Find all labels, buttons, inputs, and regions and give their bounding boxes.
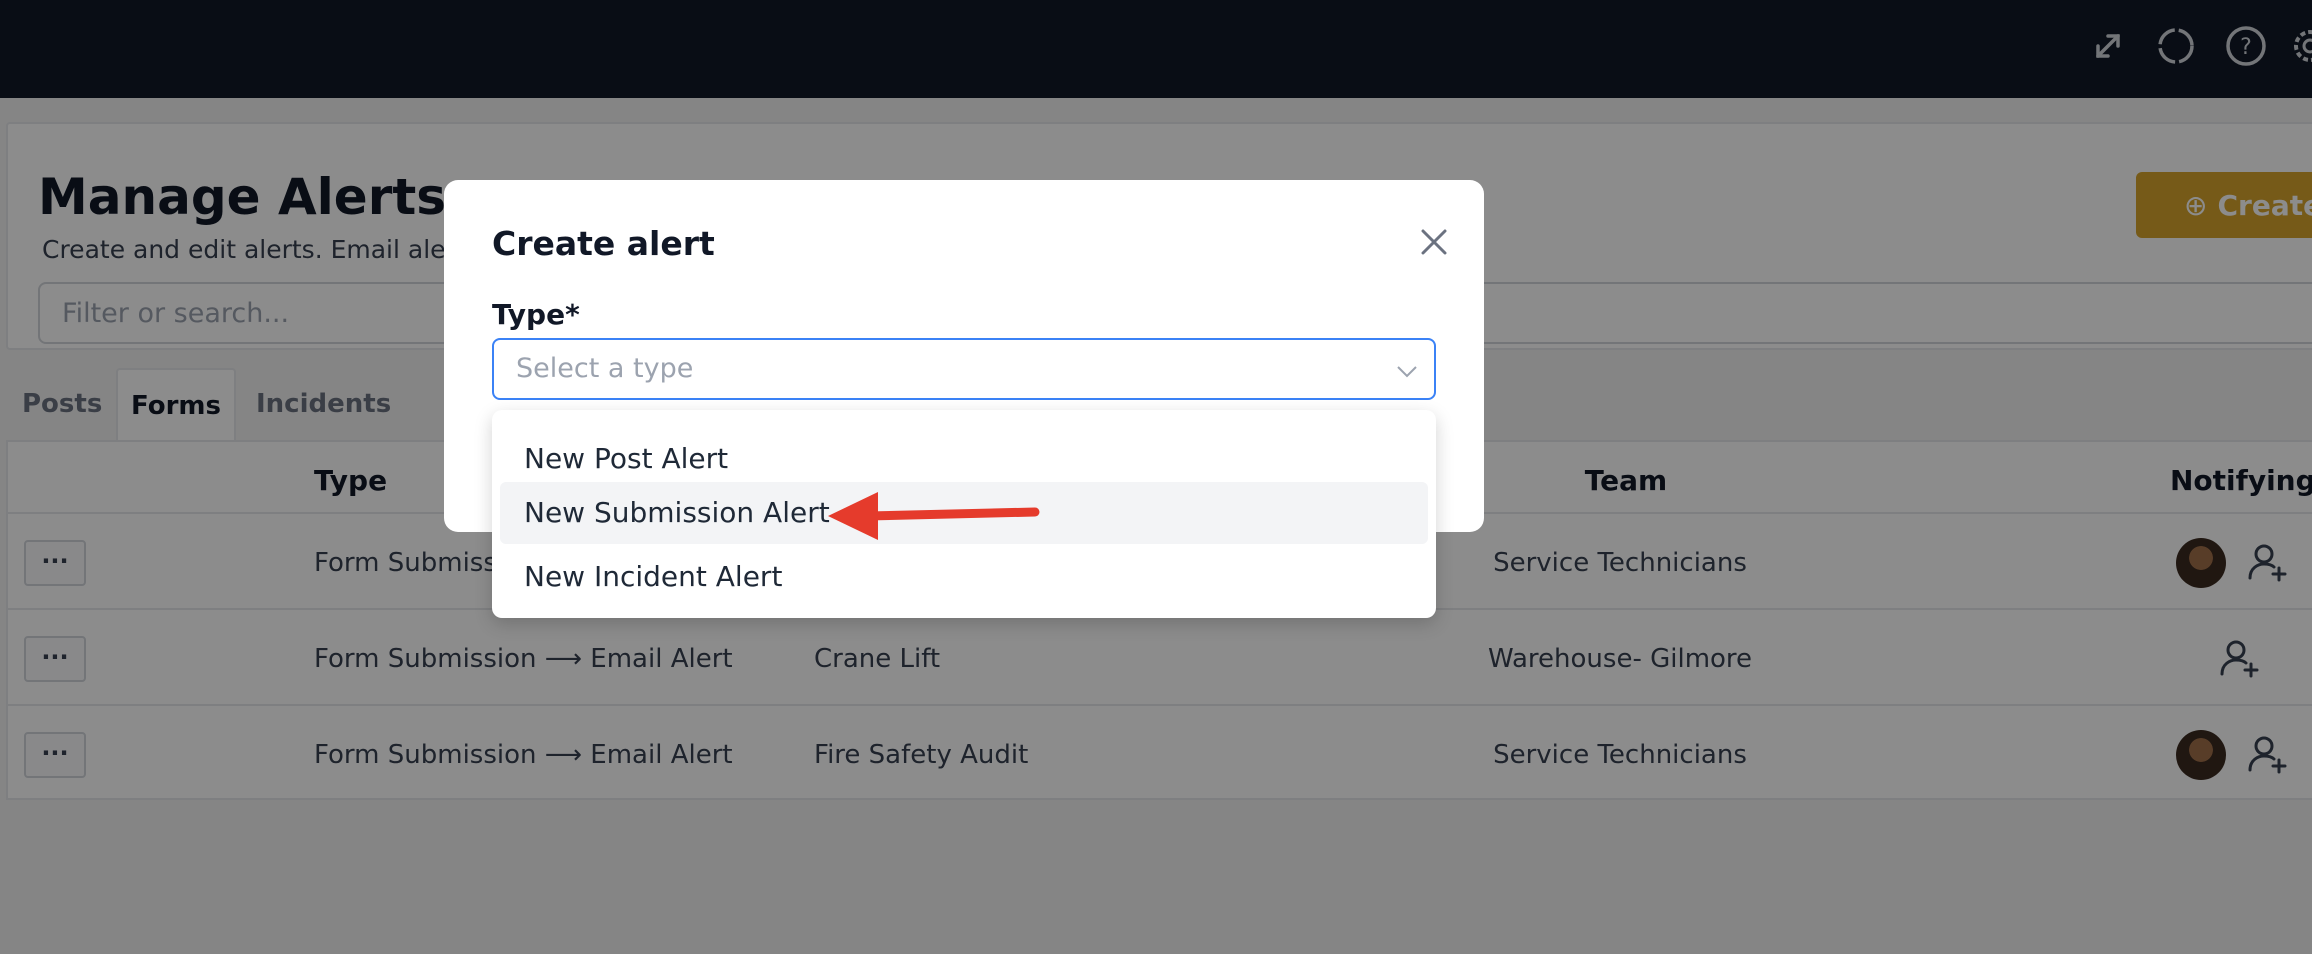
chevron-down-icon xyxy=(1397,366,1417,378)
close-icon[interactable] xyxy=(1410,218,1458,266)
type-field-label: Type* xyxy=(492,298,580,331)
option-new-incident-alert[interactable]: New Incident Alert xyxy=(500,546,1428,608)
type-dropdown-menu: New Post Alert New Submission Alert New … xyxy=(492,410,1436,618)
modal-title: Create alert xyxy=(492,224,715,263)
option-new-submission-alert[interactable]: New Submission Alert xyxy=(500,482,1428,544)
type-select-placeholder: Select a type xyxy=(516,353,694,384)
type-select[interactable]: Select a type xyxy=(492,338,1436,400)
option-new-post-alert[interactable]: New Post Alert xyxy=(500,428,1428,490)
